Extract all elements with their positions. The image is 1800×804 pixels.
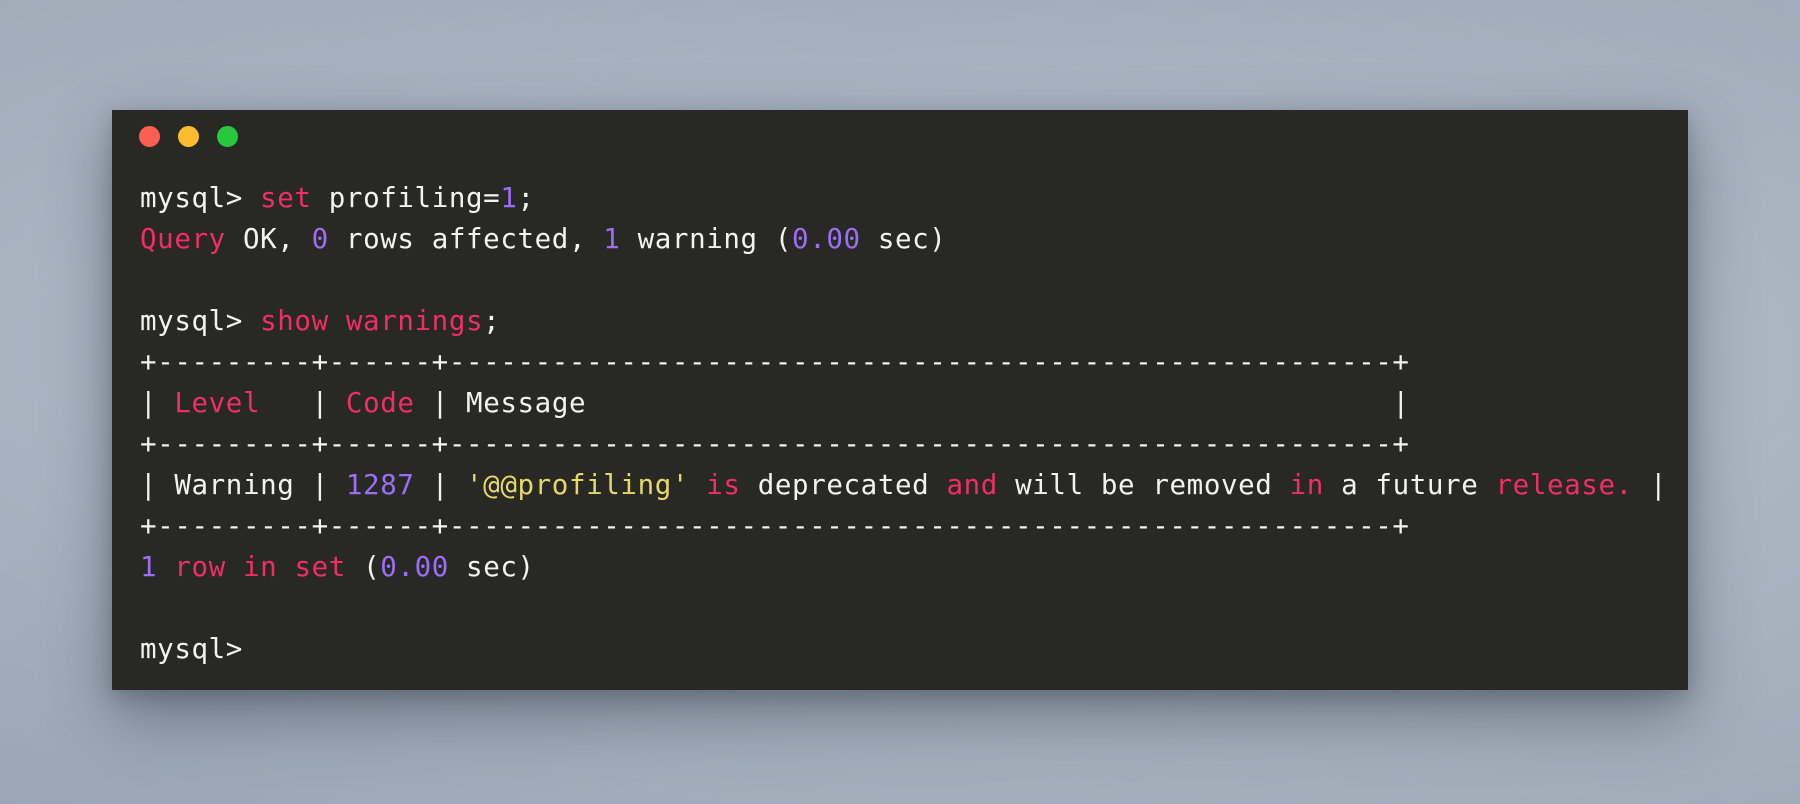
terminal-line-cmd-set-profiling: mysql> set profiling=1;: [140, 178, 1688, 219]
terminal-line-blank-1: [140, 260, 1688, 301]
terminal-line-table-rule-top: +---------+------+----------------------…: [140, 342, 1688, 383]
terminal-token: 1: [140, 551, 158, 583]
terminal-line-table-header: | Level | Code | Message |: [140, 383, 1688, 424]
terminal-token: +---------+------+----------------------…: [140, 428, 1410, 460]
terminal-token: OK,: [225, 223, 312, 255]
terminal-token: sec): [860, 223, 947, 255]
terminal-token: deprecated: [740, 469, 947, 501]
terminal-line-prompt-idle: mysql>: [140, 629, 1688, 670]
terminal-token: mysql>: [140, 633, 243, 665]
terminal-token: warning (: [620, 223, 793, 255]
terminal-token: 1: [500, 182, 518, 214]
minimize-button-icon[interactable]: [178, 125, 199, 147]
terminal-token: row in set: [174, 551, 346, 583]
terminal-token: | Warning |: [140, 469, 346, 501]
terminal-token: mysql>: [140, 305, 261, 337]
terminal-token: |: [586, 387, 1410, 419]
terminal-line-blank-2: [140, 588, 1688, 629]
terminal-line-result-row-count: 1 row in set (0.00 sec): [140, 547, 1688, 588]
terminal-token: and: [946, 469, 998, 501]
maximize-button-icon[interactable]: [217, 125, 238, 147]
terminal-token: +---------+------+----------------------…: [140, 510, 1410, 542]
terminal-line-table-row-warning: | Warning | 1287 | '@@profiling' is depr…: [140, 465, 1688, 506]
terminal-token: rows affected,: [328, 223, 604, 255]
terminal-token: set: [260, 182, 312, 214]
terminal-line-result-query-ok: Query OK, 0 rows affected, 1 warning (0.…: [140, 219, 1688, 260]
terminal-output[interactable]: mysql> set profiling=1; Query OK, 0 rows …: [112, 162, 1688, 670]
terminal-token: release.: [1495, 469, 1633, 501]
terminal-token: in: [1289, 469, 1324, 501]
terminal-token: 1: [603, 223, 621, 255]
terminal-token: 0.00: [380, 551, 449, 583]
terminal-token: show warnings: [260, 305, 484, 337]
terminal-token: Code: [345, 387, 415, 419]
window-titlebar[interactable]: [112, 110, 1688, 162]
terminal-token: |: [1632, 469, 1668, 501]
terminal-token: Query: [140, 223, 226, 255]
terminal-token: |: [260, 387, 346, 419]
terminal-line-table-rule-mid: +---------+------+----------------------…: [140, 424, 1688, 465]
terminal-token: 0.00: [792, 223, 861, 255]
terminal-token: will be removed: [997, 469, 1290, 501]
terminal-token: 0: [311, 223, 329, 255]
terminal-token: (: [345, 551, 381, 583]
terminal-token: +---------+------+----------------------…: [140, 346, 1410, 378]
terminal-token: |: [414, 469, 467, 501]
terminal-token: Level: [174, 387, 261, 419]
terminal-token: | Message: [414, 387, 587, 419]
terminal-token: ;: [483, 305, 501, 337]
terminal-line-cmd-show-warnings: mysql> show warnings;: [140, 301, 1688, 342]
terminal-token: 1287: [345, 469, 415, 501]
terminal-token: sec): [448, 551, 535, 583]
terminal-token: |: [140, 387, 175, 419]
terminal-token: a future: [1323, 469, 1496, 501]
terminal-token: ;: [517, 182, 535, 214]
terminal-token: mysql>: [140, 182, 261, 214]
close-button-icon[interactable]: [139, 125, 160, 147]
terminal-token: '@@profiling': [466, 469, 690, 501]
terminal-token: is: [706, 469, 741, 501]
terminal-window: mysql> set profiling=1; Query OK, 0 rows …: [112, 110, 1688, 690]
terminal-token: profiling=: [311, 182, 501, 214]
terminal-line-table-rule-bottom: +---------+------+----------------------…: [140, 506, 1688, 547]
